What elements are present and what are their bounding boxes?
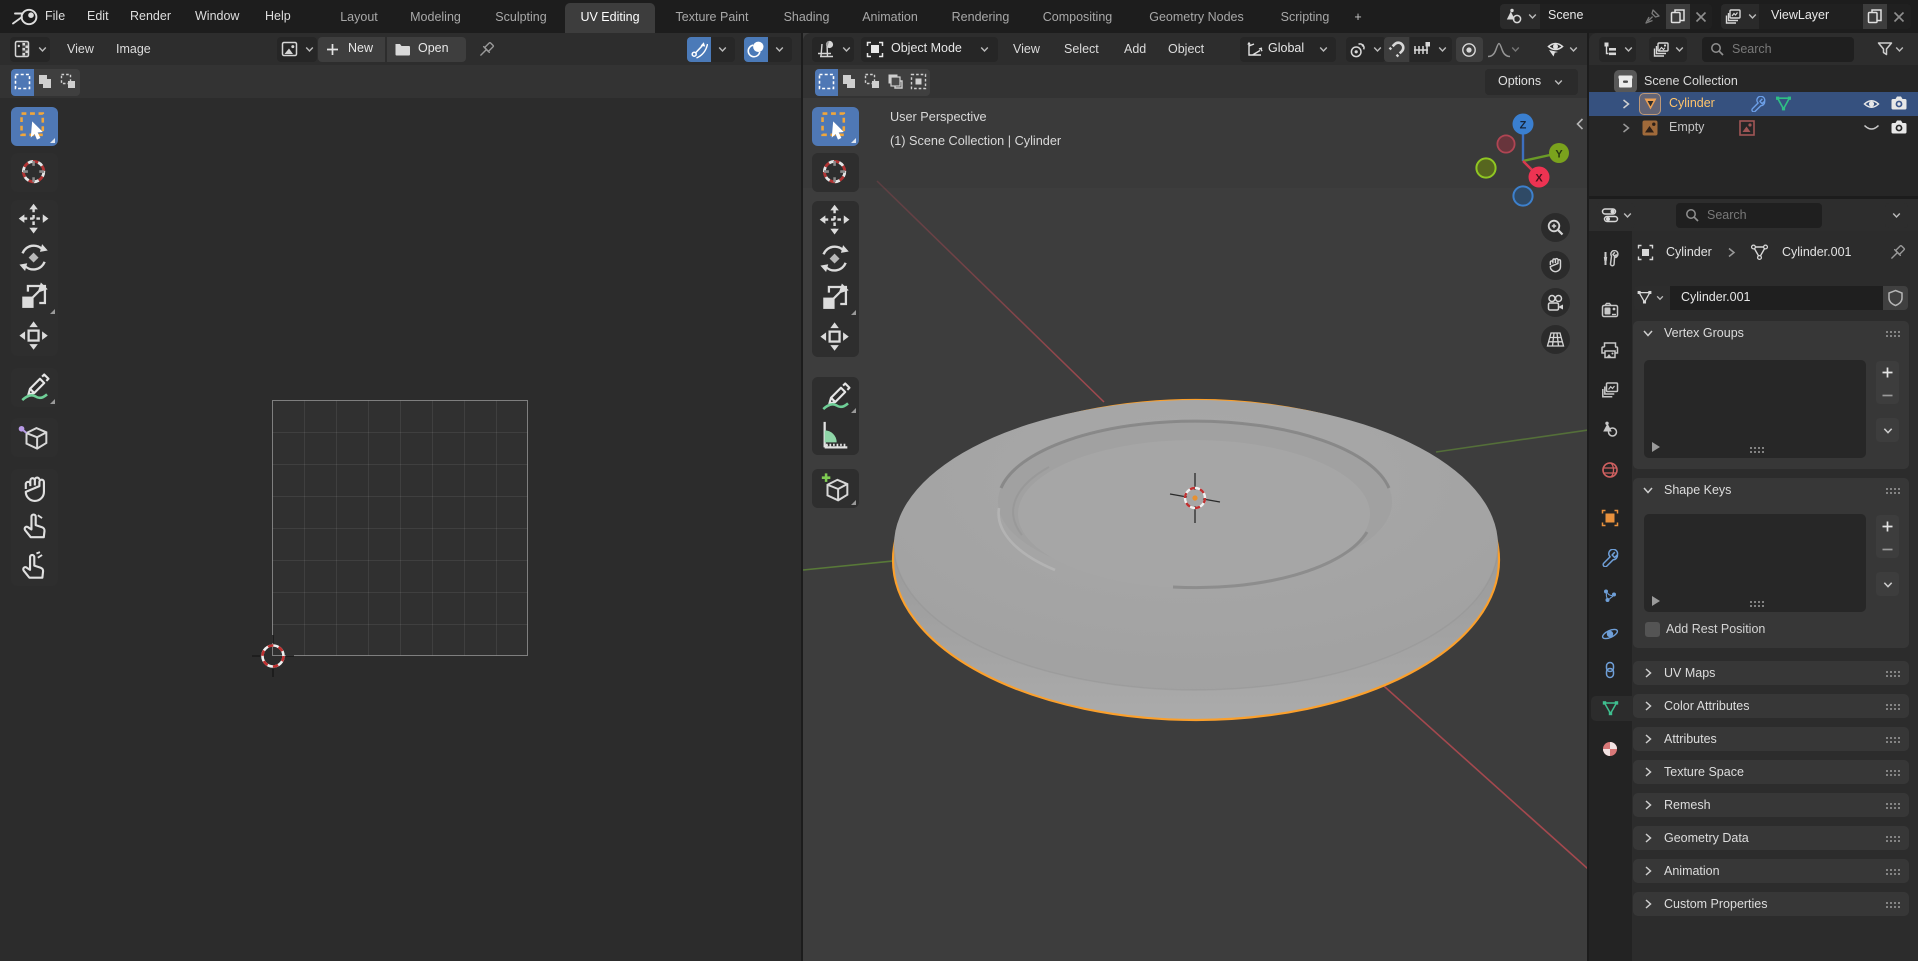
svg-text:X: X <box>1535 173 1543 185</box>
svg-text:Z: Z <box>1520 120 1527 132</box>
svg-text:(1) Scene Collection | Cylinde: (1) Scene Collection | Cylinder <box>890 134 1062 148</box>
svg-text:Y: Y <box>1555 149 1563 161</box>
svg-text:User Perspective: User Perspective <box>890 110 987 124</box>
